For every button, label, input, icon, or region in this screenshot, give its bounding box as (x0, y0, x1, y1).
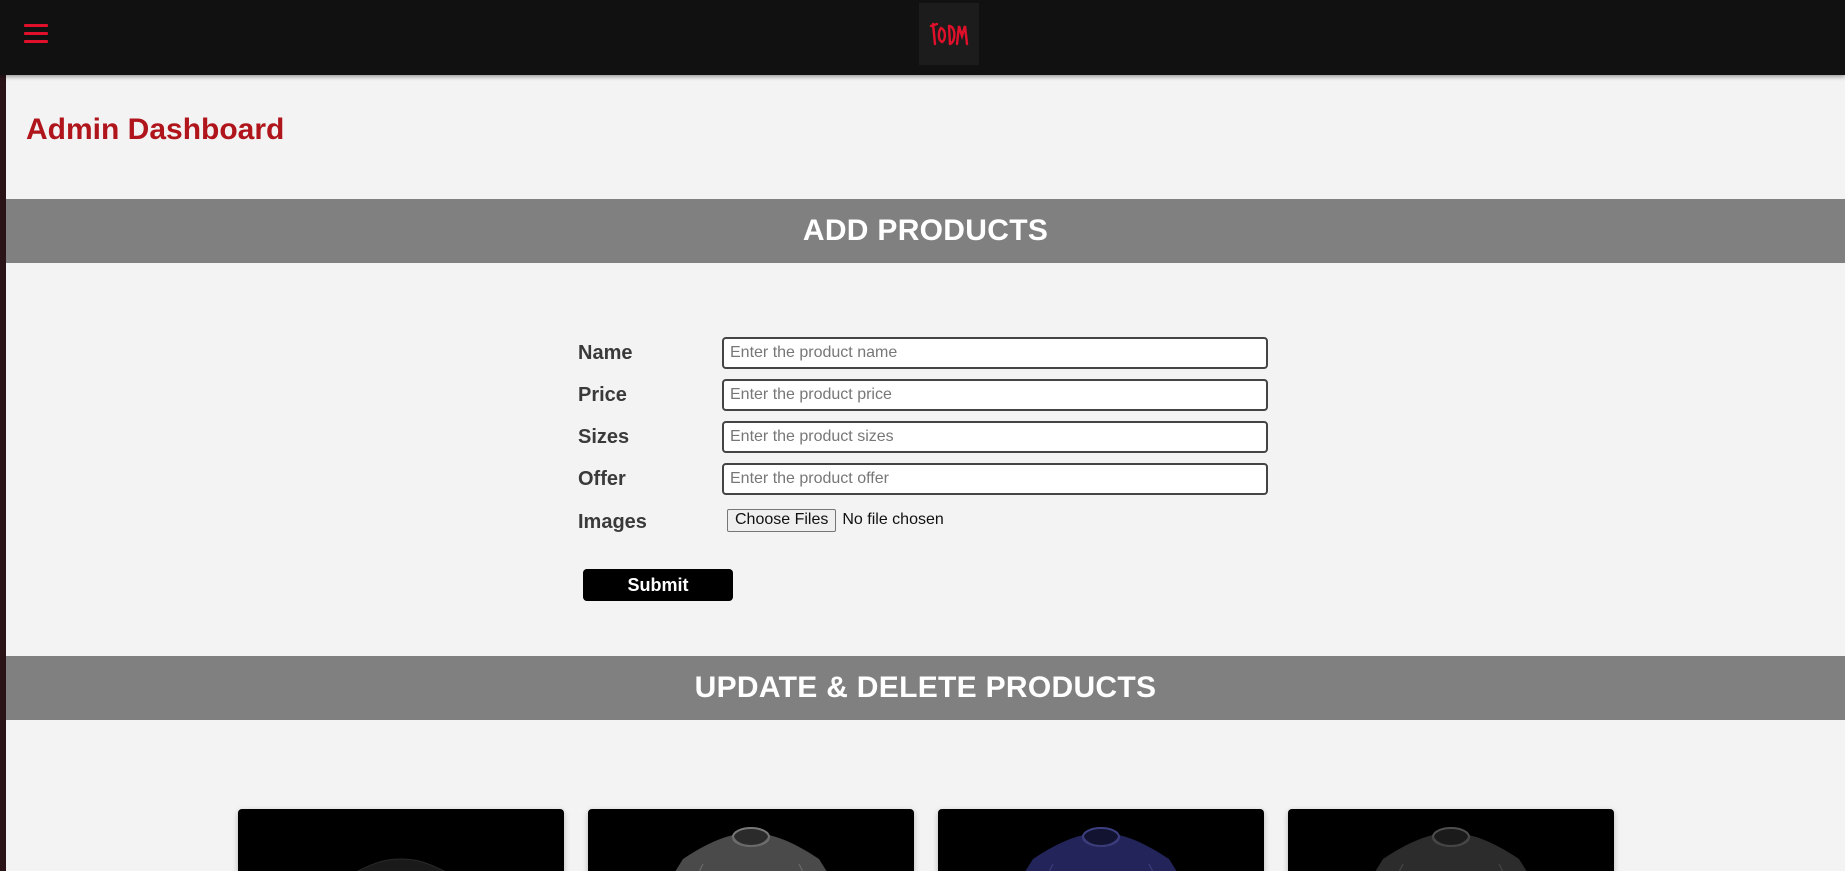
name-input[interactable] (722, 337, 1268, 369)
images-label: Images (578, 511, 647, 533)
product-card[interactable] (588, 809, 914, 871)
price-label: Price (578, 384, 627, 406)
main-content: Admin Dashboard ADD PRODUCTS Name Price … (6, 75, 1845, 871)
product-card[interactable] (938, 809, 1264, 871)
navy-tshirt-image (1025, 827, 1177, 871)
choose-files-button[interactable]: Choose Files (727, 508, 837, 532)
sizes-row: Sizes (578, 421, 1278, 453)
brand-logo-icon (929, 22, 969, 46)
submit-button[interactable]: Submit (583, 569, 733, 601)
page-title: Admin Dashboard (26, 113, 285, 146)
add-products-header: ADD PRODUCTS (6, 199, 1845, 263)
charcoal-tshirt-image (1375, 827, 1527, 871)
name-row: Name (578, 337, 1278, 369)
offer-row: Offer (578, 463, 1278, 495)
offer-input[interactable] (722, 463, 1268, 495)
price-input[interactable] (722, 379, 1268, 411)
update-delete-products-heading: UPDATE & DELETE PRODUCTS (694, 671, 1157, 704)
product-card[interactable] (238, 809, 564, 871)
sizes-label: Sizes (578, 426, 630, 448)
file-status-text: No file chosen (842, 511, 944, 528)
images-row: Images Choose Files No file chosen (578, 506, 1278, 538)
images-file-input: Choose Files No file chosen (727, 508, 944, 532)
name-label: Name (578, 342, 633, 364)
brand-logo[interactable] (919, 3, 979, 65)
sizes-input[interactable] (722, 421, 1268, 453)
black-tshirt-image (357, 858, 445, 871)
price-row: Price (578, 379, 1278, 411)
offer-label: Offer (578, 468, 626, 490)
update-delete-products-header: UPDATE & DELETE PRODUCTS (6, 656, 1845, 720)
top-nav-bar (0, 0, 1845, 75)
add-products-heading: ADD PRODUCTS (802, 214, 1049, 247)
product-card[interactable] (1288, 809, 1614, 871)
hamburger-menu-icon[interactable] (24, 24, 48, 44)
grey-tshirt-image (675, 827, 827, 871)
